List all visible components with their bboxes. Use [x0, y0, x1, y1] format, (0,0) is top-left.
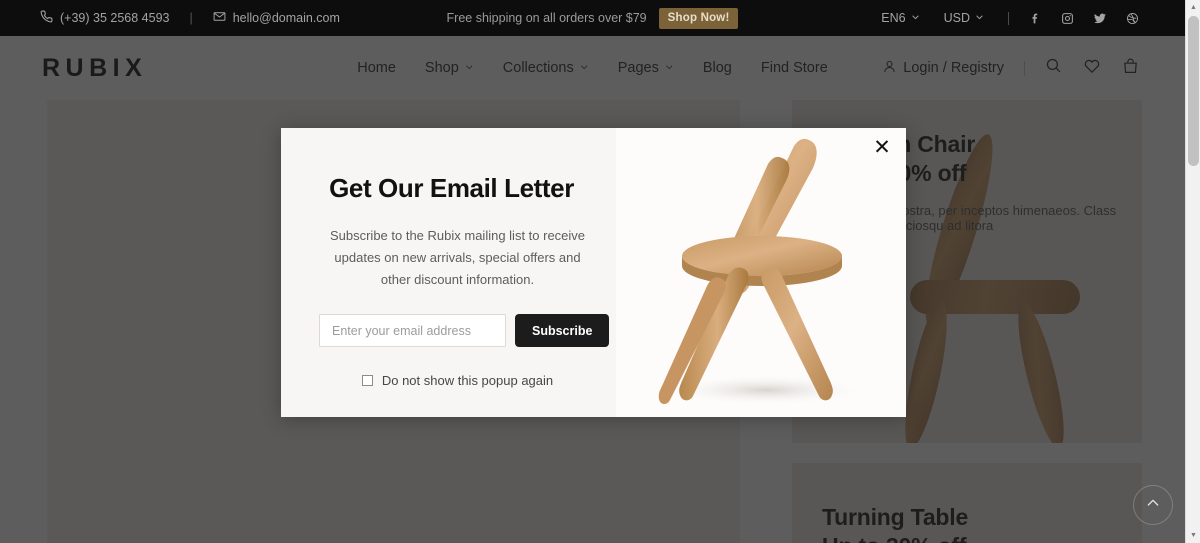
- scrollbar-up-arrow-icon[interactable]: ▲: [1186, 0, 1200, 15]
- email-input[interactable]: [319, 314, 506, 348]
- newsletter-description: Subscribe to the Rubix mailing list to r…: [329, 228, 586, 287]
- currency-value: USD: [943, 11, 970, 25]
- close-icon[interactable]: ✕: [867, 132, 897, 162]
- scrollbar-thumb[interactable]: [1188, 16, 1199, 166]
- social-links: [1029, 12, 1139, 25]
- top-utility-bar: (+39) 35 2568 4593 | hello@domain.com Fr…: [0, 0, 1185, 36]
- dribbble-icon[interactable]: [1126, 12, 1139, 25]
- scrollbar-down-arrow-icon[interactable]: ▼: [1186, 528, 1200, 543]
- twitter-icon[interactable]: [1093, 12, 1107, 25]
- shop-now-button[interactable]: Shop Now!: [658, 7, 739, 29]
- currency-selector[interactable]: USD: [944, 11, 984, 25]
- language-value: EN6: [881, 11, 906, 25]
- chevron-down-icon: [975, 11, 984, 25]
- subscribe-button[interactable]: Subscribe: [515, 314, 610, 348]
- email-contact[interactable]: hello@domain.com: [213, 10, 340, 26]
- newsletter-form: Subscribe: [319, 314, 610, 348]
- chevron-up-icon: [1145, 495, 1161, 516]
- suppress-popup-label: Do not show this popup again: [381, 373, 554, 389]
- topbar-contact-group: (+39) 35 2568 4593 | hello@domain.com: [0, 10, 340, 26]
- topbar-separator: |: [189, 11, 193, 25]
- promo-group: Free shipping on all orders over $79 Sho…: [446, 7, 739, 29]
- newsletter-popup: Get Our Email Letter Subscribe to the Ru…: [281, 128, 906, 417]
- newsletter-image-panel: [616, 128, 906, 417]
- facebook-icon[interactable]: [1029, 12, 1042, 25]
- instagram-icon[interactable]: [1061, 12, 1074, 25]
- phone-contact[interactable]: (+39) 35 2568 4593: [40, 10, 169, 26]
- language-selector[interactable]: EN6: [881, 11, 919, 25]
- email-address: hello@domain.com: [232, 11, 340, 25]
- topbar-options: EN6 USD: [881, 11, 1139, 25]
- browser-scrollbar[interactable]: ▲ ▼: [1185, 0, 1200, 543]
- newsletter-form-panel: Get Our Email Letter Subscribe to the Ru…: [281, 128, 616, 417]
- browser-viewport: (+39) 35 2568 4593 | hello@domain.com Fr…: [0, 0, 1200, 543]
- scroll-to-top-button[interactable]: [1133, 485, 1173, 525]
- chevron-down-icon: [911, 11, 920, 25]
- phone-number: (+39) 35 2568 4593: [60, 11, 170, 25]
- phone-icon: [40, 10, 53, 26]
- wooden-chair-image: [616, 128, 906, 417]
- suppress-popup-option[interactable]: Do not show this popup again: [319, 373, 596, 388]
- newsletter-title: Get Our Email Letter: [329, 173, 574, 203]
- promo-text: Free shipping on all orders over $79: [446, 11, 647, 25]
- envelope-icon: [213, 10, 226, 26]
- topbar-vertical-divider: [1008, 11, 1009, 25]
- suppress-popup-checkbox[interactable]: [361, 375, 373, 387]
